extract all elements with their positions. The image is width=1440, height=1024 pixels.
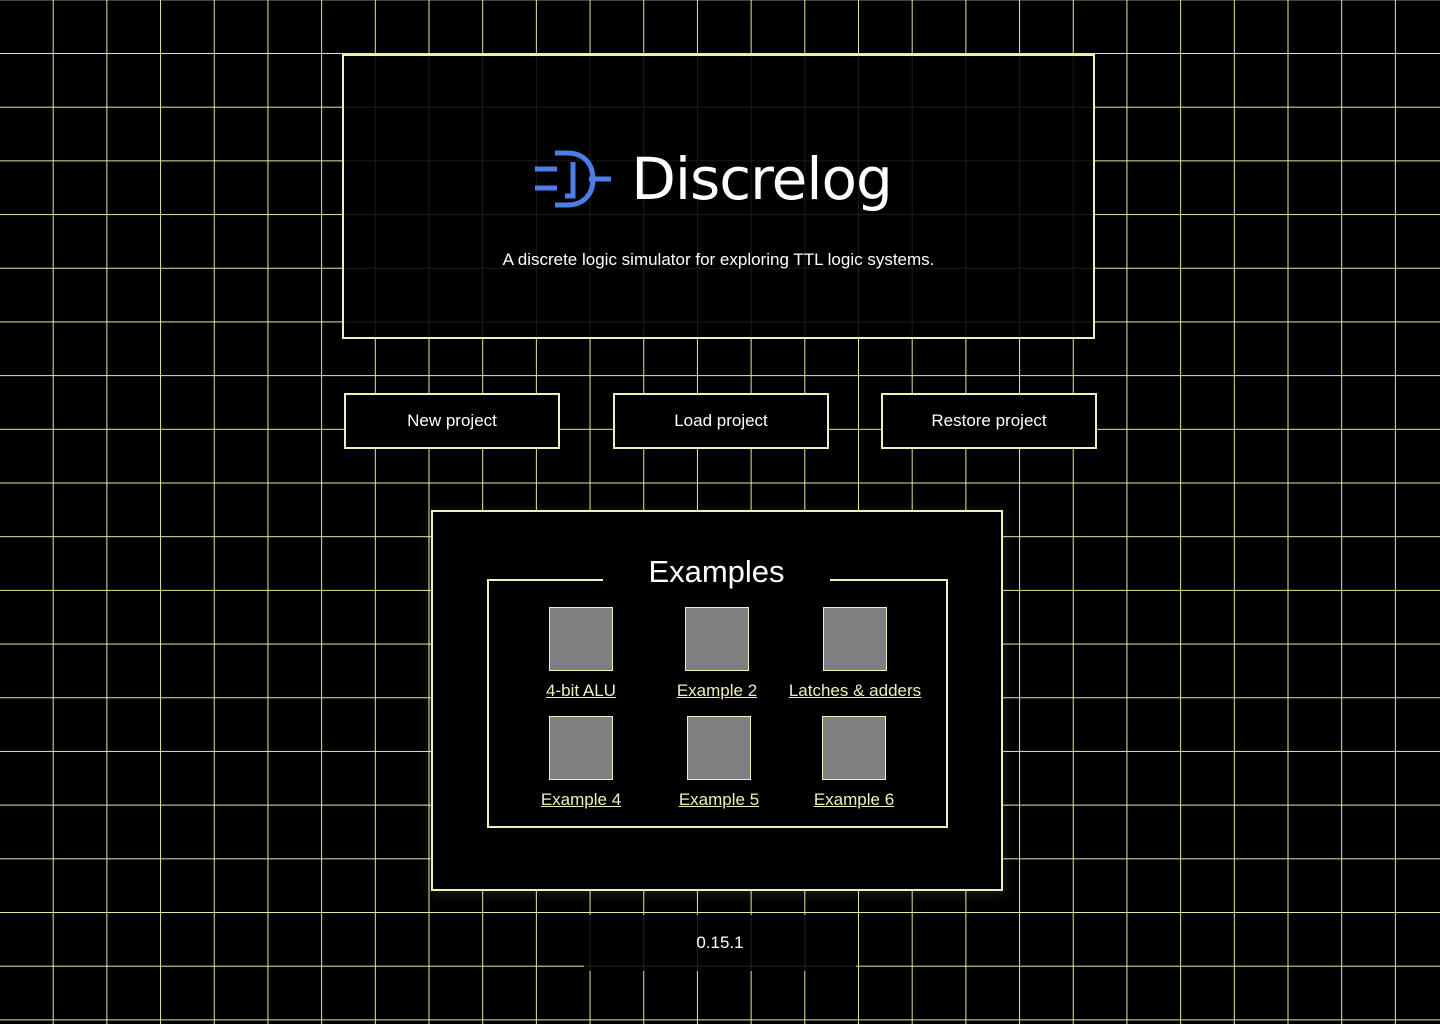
example-link[interactable]: 4-bit ALU xyxy=(546,681,616,701)
load-project-button[interactable]: Load project xyxy=(613,393,829,449)
example-item[interactable]: Latches & adders xyxy=(775,607,935,701)
example-thumbnail[interactable] xyxy=(822,716,886,780)
example-thumbnail[interactable] xyxy=(823,607,887,671)
examples-panel: Examples 4-bit ALU Example 2 Latches & a… xyxy=(431,510,1003,891)
example-link[interactable]: Example 6 xyxy=(814,790,894,810)
version-label: 0.15.1 xyxy=(584,915,856,971)
logic-gate-icon xyxy=(535,150,612,208)
example-link[interactable]: Example 5 xyxy=(679,790,759,810)
example-item[interactable]: Example 2 xyxy=(637,607,797,701)
logo-row: Discrelog xyxy=(344,148,1093,210)
example-thumbnail[interactable] xyxy=(687,716,751,780)
example-item[interactable]: Example 6 xyxy=(774,716,934,810)
app-tagline: A discrete logic simulator for exploring… xyxy=(502,250,935,269)
example-item[interactable]: Example 4 xyxy=(501,716,661,810)
example-link[interactable]: Example 2 xyxy=(677,681,757,701)
app-title: Discrelog xyxy=(631,145,893,213)
hero-panel: Discrelog A discrete logic simulator for… xyxy=(342,54,1095,339)
restore-project-button[interactable]: Restore project xyxy=(881,393,1097,449)
example-link[interactable]: Example 4 xyxy=(541,790,621,810)
example-link[interactable]: Latches & adders xyxy=(789,681,921,701)
example-thumbnail[interactable] xyxy=(685,607,749,671)
example-thumbnail[interactable] xyxy=(549,716,613,780)
new-project-button[interactable]: New project xyxy=(344,393,560,449)
example-thumbnail[interactable] xyxy=(549,607,613,671)
examples-title: Examples xyxy=(603,552,830,592)
